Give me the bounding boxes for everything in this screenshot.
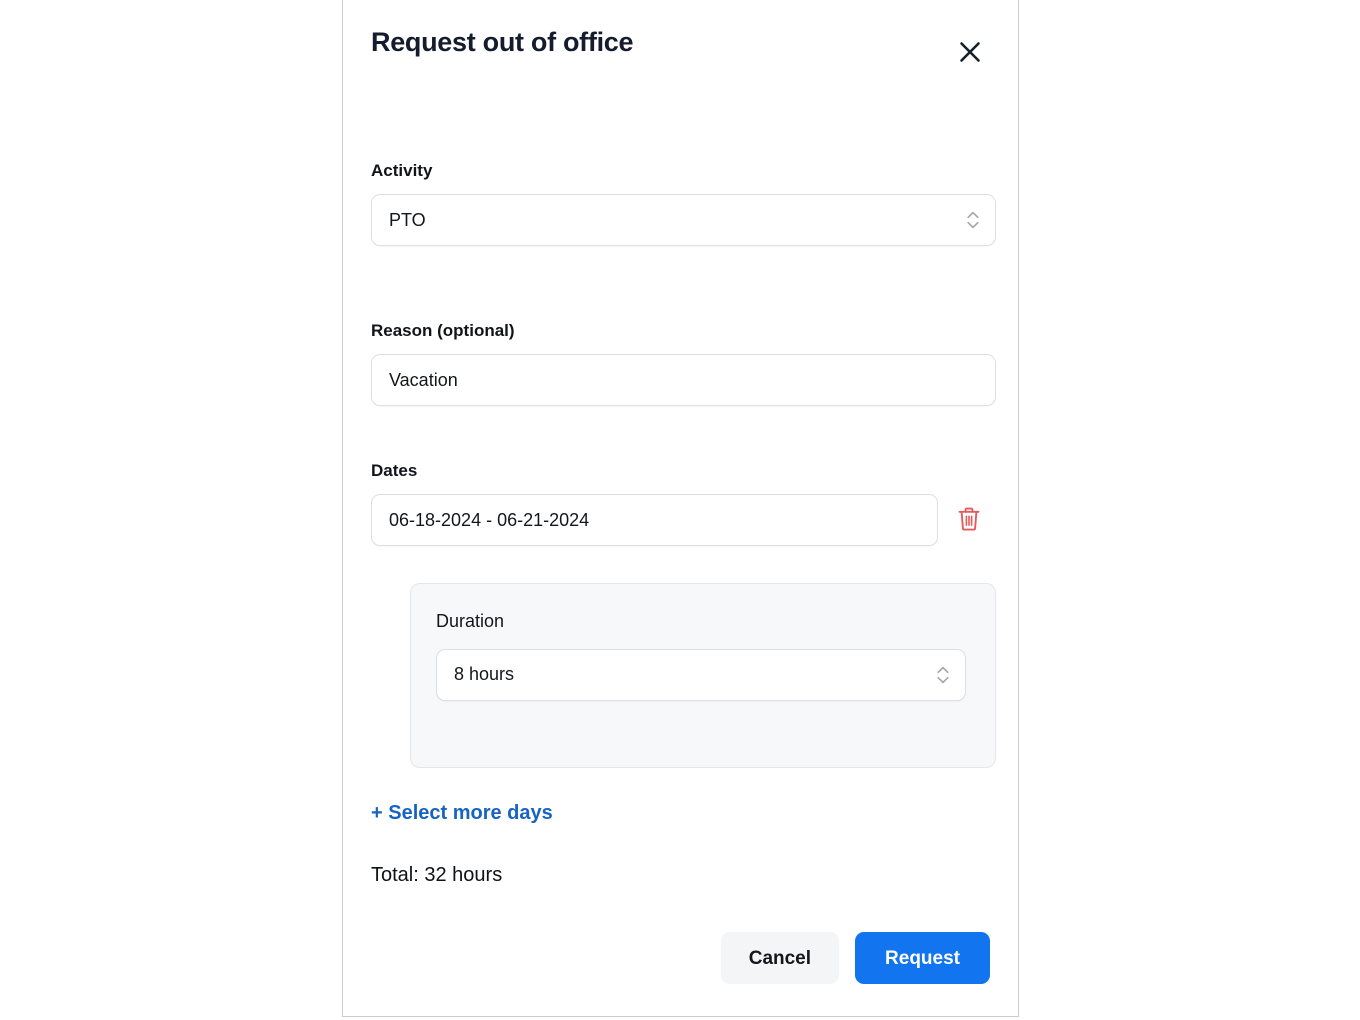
dates-input[interactable]: 06-18-2024 - 06-21-2024 (371, 494, 938, 547)
reason-input[interactable]: Vacation (371, 354, 996, 407)
request-out-of-office-modal: Request out of office Activity PTO Reaso… (342, 0, 1019, 1017)
chevron-up-down-icon[interactable] (934, 662, 952, 688)
reason-field: Reason (optional) Vacation (371, 321, 996, 407)
reason-input-wrapper: Vacation (371, 354, 996, 407)
duration-select-wrapper: 8 hours (436, 648, 966, 701)
activity-select-wrapper: PTO (371, 194, 996, 247)
modal-footer: Cancel Request (720, 932, 990, 984)
duration-select[interactable]: 8 hours (436, 648, 966, 701)
reason-label: Reason (optional) (371, 321, 515, 340)
dates-row: 06-18-2024 - 06-21-2024 (371, 494, 996, 547)
modal-header: Request out of office (371, 0, 990, 104)
activity-label: Activity (371, 161, 433, 180)
close-icon (957, 39, 983, 65)
close-button[interactable] (950, 32, 990, 72)
screen: Request out of office Activity PTO Reaso… (0, 0, 1360, 1020)
chevron-up-down-icon[interactable] (964, 207, 982, 233)
activity-select[interactable]: PTO (371, 194, 996, 247)
cancel-button[interactable]: Cancel (720, 932, 840, 984)
activity-field: Activity PTO (371, 161, 996, 247)
duration-label: Duration (436, 611, 505, 631)
total-hours-text: Total: 32 hours (371, 864, 503, 886)
delete-dates-button[interactable] (952, 503, 986, 537)
dates-label: Dates (371, 461, 418, 480)
page-title: Request out of office (371, 27, 634, 57)
select-more-days-link[interactable]: + Select more days (371, 801, 553, 825)
duration-panel: Duration 8 hours (410, 583, 996, 768)
request-button[interactable]: Request (855, 932, 990, 984)
dates-field: Dates 06-18-2024 - 06-21-2024 (371, 461, 996, 547)
trash-icon (956, 505, 982, 536)
